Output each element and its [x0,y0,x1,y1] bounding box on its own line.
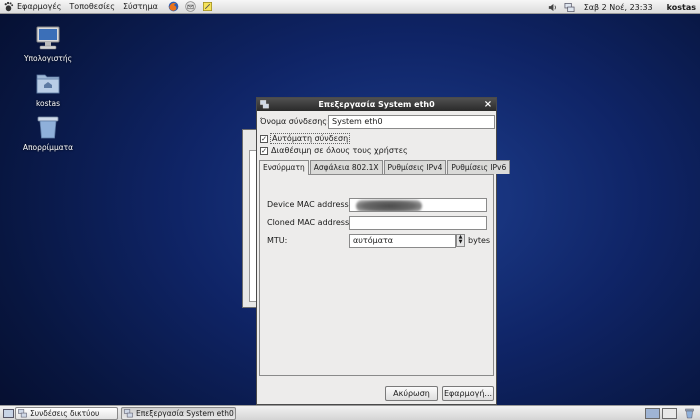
dialog-title: Επεξεργασία System eth0 [318,100,435,109]
wired-tab-panel: Device MAC address: Cloned MAC address: … [259,174,494,376]
tab-8021x-security[interactable]: Ασφάλεια 802.1X [309,160,383,174]
home-folder-icon [36,74,60,94]
places-menu-label: Τοποθεσίες [69,2,115,11]
connection-name-input[interactable]: System eth0 [328,115,495,129]
task-label: Επεξεργασία System eth0 [136,409,234,418]
trash-icon [37,116,59,139]
apply-button[interactable]: Εφαρμογή... [442,386,494,401]
bottom-panel: Συνδέσεις δικτύου Επεξεργασία System eth… [0,405,700,420]
task-network-connections[interactable]: Συνδέσεις δικτύου [15,407,118,420]
user-menu[interactable]: kostas [659,3,700,12]
all-users-checkbox[interactable]: ✓ Διαθέσιμη σε όλους τους χρήστες [260,145,408,156]
auto-connect-checkbox[interactable]: ✓ Αυτόματη σύνδεση [260,133,351,144]
device-mac-label: Device MAC address: [267,200,352,209]
desktop-icon-trash[interactable]: Απορρίμματα [11,114,85,152]
tab-ipv4-settings[interactable]: Ρυθμίσεις IPv4 [383,160,447,174]
edit-connection-dialog: Επεξεργασία System eth0 × Όνομα σύνδεσης… [256,97,511,405]
firefox-icon[interactable] [168,1,179,12]
network-window-icon [124,409,133,418]
redacted-mac-blur [356,200,422,211]
auto-connect-label: Αυτόματη σύνδεση [269,133,351,144]
device-mac-input[interactable] [349,198,487,212]
places-menu[interactable]: Τοποθεσίες [65,0,119,14]
dialog-titlebar[interactable]: Επεξεργασία System eth0 × [257,98,496,111]
task-edit-connection[interactable]: Επεξεργασία System eth0 [121,407,236,420]
notes-icon[interactable] [202,1,213,12]
all-users-check-icon: ✓ [260,146,268,155]
volume-icon[interactable] [547,2,558,13]
tab-ipv6-settings[interactable]: Ρυθμίσεις IPv6 [447,160,511,174]
close-icon[interactable]: × [483,98,493,111]
workspace-2[interactable] [662,408,677,419]
all-users-label: Διαθέσιμη σε όλους τους χρήστες [271,146,408,155]
task-label: Συνδέσεις δικτύου [30,409,100,418]
auto-connect-check-icon: ✓ [260,134,268,143]
workspace-1[interactable] [645,408,660,419]
clock[interactable]: Σαβ 2 Νοέ, 23:33 [578,3,659,12]
cloned-mac-input[interactable] [349,216,487,230]
settings-tabs: Ενσύρματη Ασφάλεια 802.1X Ρυθμίσεις IPv4… [259,160,511,175]
connection-name-label: Όνομα σύνδεσης: [260,117,330,126]
mtu-label: MTU: [267,236,288,245]
tab-wired[interactable]: Ενσύρματη [259,160,309,175]
mail-icon[interactable] [185,1,196,12]
mtu-spin-buttons[interactable]: ▲ ▼ [456,234,465,247]
gnome-foot-icon [4,1,14,12]
system-menu-label: Σύστημα [122,2,158,11]
desktop-icon-home[interactable]: kostas [11,70,85,108]
computer-icon [36,26,60,50]
applications-menu[interactable]: Εφαρμογές [0,0,65,14]
desktop-icon-label: kostas [35,99,61,108]
mtu-input[interactable]: αυτόματα [349,234,456,248]
top-panel: Εφαρμογές Τοποθεσίες Σύστημα Σαβ 2 Νοέ, … [0,0,700,14]
trash-applet-icon[interactable] [684,408,695,419]
network-connections-icon [18,409,27,418]
applications-menu-label: Εφαρμογές [17,2,62,11]
desktop-icon-label: Υπολογιστής [23,54,73,63]
desktop-icon-computer[interactable]: Υπολογιστής [11,25,85,63]
show-desktop-icon[interactable] [3,408,14,419]
network-window-icon [260,100,269,109]
cloned-mac-label: Cloned MAC address: [267,218,352,227]
system-menu[interactable]: Σύστημα [119,0,162,14]
cancel-button[interactable]: Ακύρωση [385,386,438,401]
network-icon[interactable] [564,2,575,13]
desktop-icon-label: Απορρίμματα [22,143,74,152]
mtu-unit: bytes [468,236,491,245]
